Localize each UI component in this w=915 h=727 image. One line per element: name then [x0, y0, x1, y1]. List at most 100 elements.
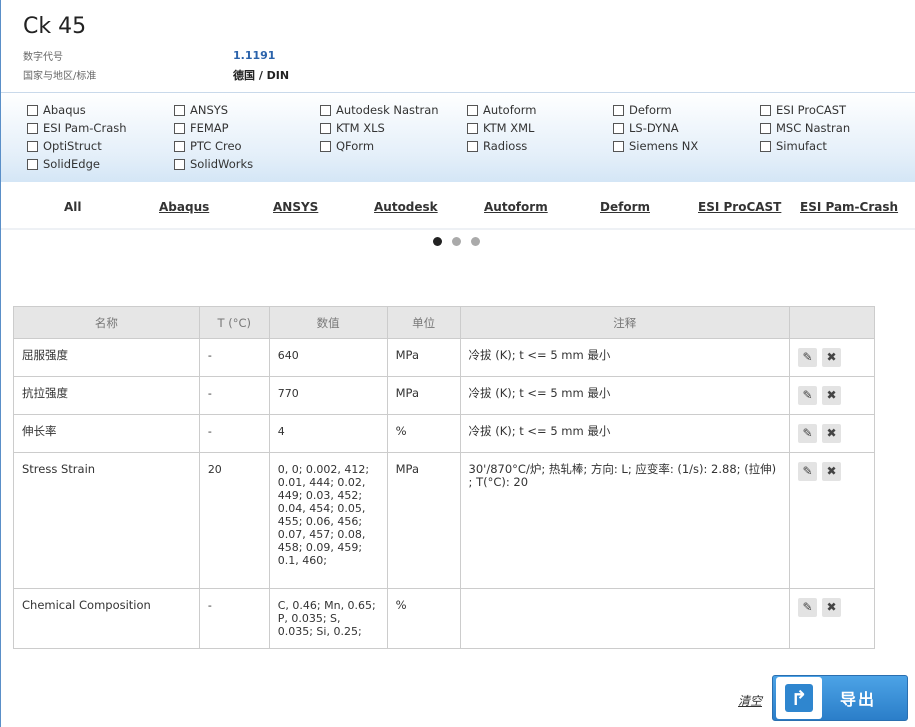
carousel-dot[interactable] — [433, 237, 442, 246]
software-tabs: All Abaqus ANSYS Autodesk Autoform Deform ESI … — [1, 182, 915, 230]
delete-icon[interactable]: ✖ — [822, 598, 842, 617]
checkbox-msc-nastran[interactable]: MSC Nastran — [760, 121, 850, 135]
cell-unit: MPa — [386, 452, 461, 589]
cell-value: 770 — [268, 376, 388, 415]
cell-unit: MPa — [386, 376, 461, 415]
tab-all[interactable]: All — [64, 200, 82, 214]
checkbox-qform[interactable]: QForm — [320, 139, 374, 153]
checkbox-abaqus[interactable]: Abaqus — [27, 103, 86, 117]
carousel-dot[interactable] — [452, 237, 461, 246]
checkbox-box[interactable] — [613, 104, 624, 116]
cell-name: 伸长率 — [13, 414, 200, 453]
checkbox-box[interactable] — [27, 122, 38, 134]
checkbox-deform[interactable]: Deform — [613, 103, 672, 117]
tab-abaqus[interactable]: Abaqus — [159, 200, 209, 214]
checkbox-box[interactable] — [174, 104, 185, 116]
checkbox-ktm-xml[interactable]: KTM XML — [467, 121, 534, 135]
checkbox-siemens-nx[interactable]: Siemens NX — [613, 139, 698, 153]
delete-icon[interactable]: ✖ — [822, 386, 842, 405]
checkbox-esi-procast[interactable]: ESI ProCAST — [760, 103, 846, 117]
cell-note: 冷拔 (K); t <= 5 mm 最小 — [459, 376, 791, 415]
export-icon: ↱ — [776, 677, 822, 719]
tab-autodesk[interactable]: Autodesk — [374, 200, 438, 214]
checkbox-box[interactable] — [320, 140, 331, 152]
delete-icon[interactable]: ✖ — [822, 348, 842, 367]
tab-deform[interactable]: Deform — [600, 200, 650, 214]
checkbox-ptc-creo[interactable]: PTC Creo — [174, 139, 242, 153]
checkbox-simufact[interactable]: Simufact — [760, 139, 827, 153]
checkbox-box[interactable] — [27, 104, 38, 116]
cell-actions: ✎ ✖ — [789, 414, 875, 453]
col-unit-header: 单位 — [386, 306, 461, 339]
checkbox-box[interactable] — [467, 122, 478, 134]
table-row: Chemical Composition - C, 0.46; Mn, 0.65; … — [13, 588, 875, 649]
checkbox-box[interactable] — [174, 122, 185, 134]
edit-icon[interactable]: ✎ — [798, 424, 818, 443]
checkbox-label: Deform — [629, 103, 672, 117]
checkbox-solidedge[interactable]: SolidEdge — [27, 157, 100, 171]
tab-esi-pam-crash[interactable]: ESI Pam-Crash — [800, 200, 898, 214]
checkbox-box[interactable] — [467, 104, 478, 116]
checkbox-box[interactable] — [760, 122, 771, 134]
checkbox-label: ANSYS — [190, 103, 229, 117]
cell-value: C, 0.46; Mn, 0.65; P, 0.035; S, 0.035; S… — [268, 588, 388, 649]
checkbox-label: Autoform — [483, 103, 537, 117]
checkbox-label: Autodesk Nastran — [336, 103, 439, 117]
delete-icon[interactable]: ✖ — [822, 462, 842, 481]
cell-name: Stress Strain — [13, 452, 200, 589]
cell-name: Chemical Composition — [13, 588, 200, 649]
checkbox-label: LS-DYNA — [629, 121, 679, 135]
standard-value: 德国 / DIN — [233, 69, 290, 82]
edit-icon[interactable]: ✎ — [798, 386, 818, 405]
checkbox-radioss[interactable]: Radioss — [467, 139, 527, 153]
tab-ansys[interactable]: ANSYS — [273, 200, 318, 214]
checkbox-solidworks[interactable]: SolidWorks — [174, 157, 253, 171]
checkbox-label: Siemens NX — [629, 139, 699, 153]
checkbox-box[interactable] — [27, 140, 38, 152]
checkbox-ktm-xls[interactable]: KTM XLS — [320, 121, 385, 135]
checkbox-label: KTM XML — [483, 121, 535, 135]
checkbox-esi-pam-crash[interactable]: ESI Pam-Crash — [27, 121, 127, 135]
checkbox-ls-dyna[interactable]: LS-DYNA — [613, 121, 679, 135]
cell-actions: ✎ ✖ — [789, 338, 875, 377]
edit-icon[interactable]: ✎ — [798, 348, 818, 367]
number-label: 数字代号 — [23, 52, 63, 63]
edit-icon[interactable]: ✎ — [798, 598, 818, 617]
checkbox-box[interactable] — [760, 140, 771, 152]
checkbox-box[interactable] — [613, 140, 624, 152]
cell-temp: - — [198, 414, 270, 453]
cell-actions: ✎ ✖ — [789, 452, 875, 589]
checkbox-box[interactable] — [613, 122, 624, 134]
tab-esi-procast[interactable]: ESI ProCAST — [698, 200, 781, 214]
checkbox-box[interactable] — [174, 140, 185, 152]
page-title: Ck 45 — [23, 14, 87, 39]
cell-value: 0, 0; 0.002, 412; 0.01, 444; 0.02, 449; … — [268, 452, 388, 589]
delete-icon[interactable]: ✖ — [822, 424, 842, 443]
cell-note: 冷拔 (K); t <= 5 mm 最小 — [459, 414, 791, 453]
checkbox-label: ESI ProCAST — [776, 103, 847, 117]
checkbox-box[interactable] — [320, 104, 331, 116]
checkbox-label: Abaqus — [43, 103, 86, 117]
checkbox-femap[interactable]: FEMAP — [174, 121, 229, 135]
checkbox-label: PTC Creo — [190, 139, 242, 153]
checkbox-label: SolidEdge — [43, 157, 100, 171]
edit-icon[interactable]: ✎ — [798, 462, 818, 481]
checkbox-label: ESI Pam-Crash — [43, 121, 127, 135]
checkbox-optistruct[interactable]: OptiStruct — [27, 139, 102, 153]
checkbox-box[interactable] — [27, 158, 38, 170]
export-button[interactable]: ↱ 导出 — [772, 675, 908, 721]
checkbox-label: Simufact — [776, 139, 827, 153]
checkbox-box[interactable] — [760, 104, 771, 116]
checkbox-box[interactable] — [467, 140, 478, 152]
checkbox-box[interactable] — [174, 158, 185, 170]
table-row: 屈服强度 -640 MPa 冷拔 (K); t <= 5 mm 最小 ✎ ✖ — [13, 338, 875, 377]
clear-link[interactable]: 清空 — [738, 692, 762, 709]
checkbox-autoform[interactable]: Autoform — [467, 103, 537, 117]
checkbox-label: MSC Nastran — [776, 121, 851, 135]
checkbox-box[interactable] — [320, 122, 331, 134]
checkbox-autodesk-nastran[interactable]: Autodesk Nastran — [320, 103, 439, 117]
number-value: 1.1191 — [233, 49, 276, 62]
tab-autoform[interactable]: Autoform — [484, 200, 548, 214]
checkbox-ansys[interactable]: ANSYS — [174, 103, 228, 117]
carousel-dot[interactable] — [471, 237, 480, 246]
